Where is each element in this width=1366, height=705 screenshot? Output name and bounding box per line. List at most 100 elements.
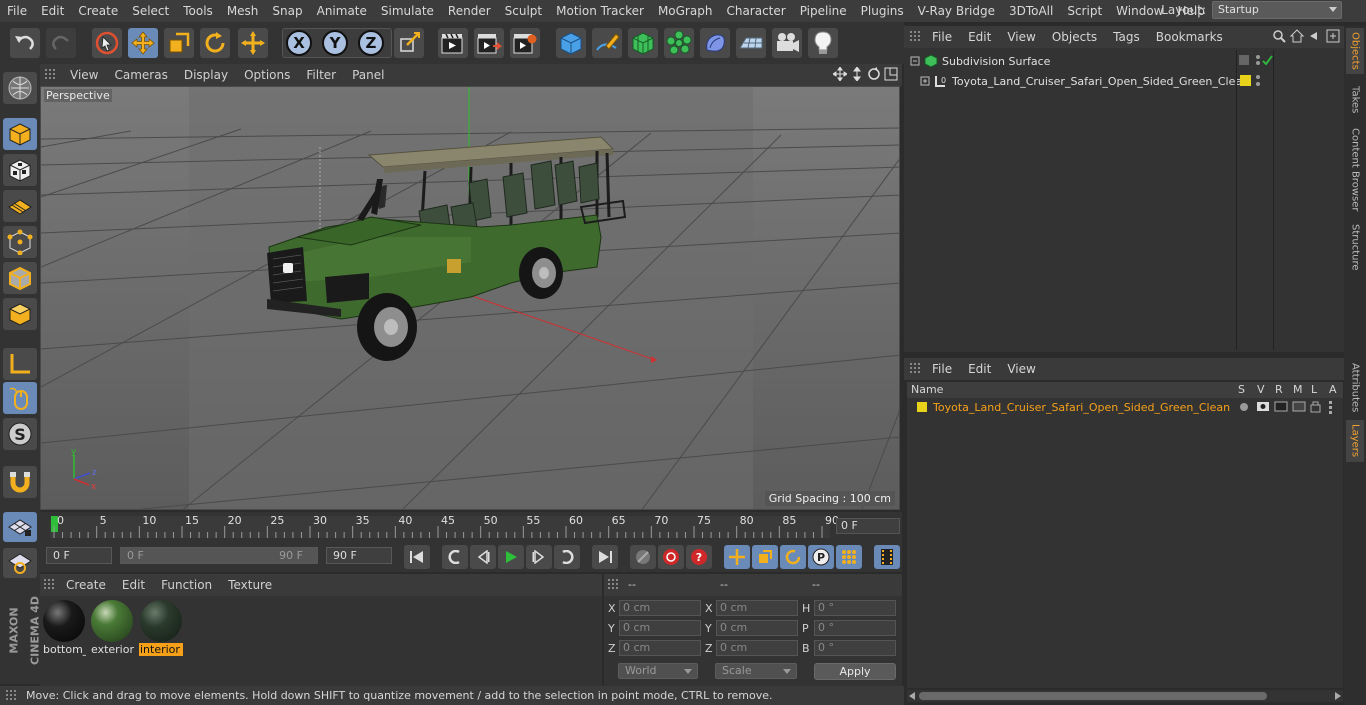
rot-h-field[interactable]: 0 ° <box>814 600 896 616</box>
polygons-mode-button[interactable] <box>3 298 37 330</box>
material-menu-create[interactable]: Create <box>58 578 114 592</box>
new-view-icon[interactable] <box>1326 29 1340 43</box>
object-menu-bookmarks[interactable]: Bookmarks <box>1148 30 1231 44</box>
menu-pipeline[interactable]: Pipeline <box>793 4 854 18</box>
solo-mode-button[interactable]: S <box>3 418 37 450</box>
menu-edit[interactable]: Edit <box>34 4 71 18</box>
snap-button[interactable] <box>3 466 37 498</box>
material-menu-texture[interactable]: Texture <box>220 578 280 592</box>
render-settings-button[interactable] <box>510 28 540 58</box>
camera-label[interactable]: Perspective <box>44 89 112 102</box>
start-frame-field[interactable]: 0 F <box>46 547 112 564</box>
play-button[interactable] <box>498 545 524 569</box>
menu-snap[interactable]: Snap <box>265 4 309 18</box>
viewport-menu-display[interactable]: Display <box>176 68 236 82</box>
tab-structure[interactable]: Structure <box>1346 222 1364 272</box>
add-light-button[interactable] <box>808 28 838 58</box>
tab-layers[interactable]: Layers <box>1346 420 1364 462</box>
scale-tool-button[interactable] <box>164 28 194 58</box>
layout-select[interactable]: Startup <box>1212 1 1342 19</box>
zoom-view-icon[interactable] <box>850 67 864 81</box>
add-camera-button[interactable] <box>772 28 802 58</box>
viewport-menu-filter[interactable]: Filter <box>298 68 344 82</box>
layer-col-view[interactable]: V <box>1257 383 1265 396</box>
x-axis-lock-button[interactable]: X <box>284 28 314 58</box>
key-position-button[interactable] <box>724 545 750 569</box>
apply-button[interactable]: Apply <box>814 663 896 680</box>
back-icon[interactable] <box>1308 29 1322 43</box>
expand-icon[interactable] <box>920 74 932 88</box>
layer-col-manager[interactable]: M <box>1293 383 1303 396</box>
coordinate-mode-dropdown[interactable]: World <box>618 663 698 679</box>
tree-row-toyota-land-cruiser[interactable]: 0 Toyota_Land_Cruiser_Safari_Open_Sided_… <box>920 72 1249 90</box>
prev-key-button[interactable] <box>442 545 468 569</box>
timeline-ruler[interactable]: 0 5 10 15 20 25 30 35 40 45 50 55 60 65 70 75 80 85 90 0 F <box>40 512 902 542</box>
object-menu-view[interactable]: View <box>999 30 1043 44</box>
add-deformer-button[interactable] <box>700 28 730 58</box>
move-tool-button[interactable] <box>128 28 158 58</box>
undo-button[interactable] <box>10 28 40 58</box>
layer-col-locked[interactable]: L <box>1311 383 1317 396</box>
layer-horizontal-scrollbar[interactable] <box>907 690 1343 702</box>
viewport-menu-options[interactable]: Options <box>236 68 298 82</box>
menu-plugins[interactable]: Plugins <box>854 4 911 18</box>
material-swatch[interactable]: interior <box>139 599 183 657</box>
layer-col-animation[interactable]: A <box>1329 383 1337 396</box>
menu-sculpt[interactable]: Sculpt <box>498 4 549 18</box>
material-swatch[interactable]: bottom_ <box>42 599 86 657</box>
go-to-start-button[interactable] <box>404 545 430 569</box>
object-menu-tags[interactable]: Tags <box>1105 30 1148 44</box>
edges-mode-button[interactable] <box>3 262 37 294</box>
render-to-picture-viewer-button[interactable] <box>474 28 504 58</box>
tab-content-browser[interactable]: Content Browser <box>1346 124 1364 216</box>
next-key-button[interactable] <box>554 545 580 569</box>
make-editable-button[interactable] <box>3 72 37 104</box>
add-floor-button[interactable] <box>736 28 766 58</box>
menu-script[interactable]: Script <box>1060 4 1109 18</box>
menu-mograph[interactable]: MoGraph <box>651 4 720 18</box>
rot-b-field[interactable]: 0 ° <box>814 640 896 656</box>
edit-render-toggles[interactable] <box>1238 53 1274 69</box>
rotate-tool-button[interactable] <box>200 28 230 58</box>
pos-x-field[interactable]: 0 cm <box>619 600 701 616</box>
viewport-menu-panel[interactable]: Panel <box>344 68 392 82</box>
keyframe-selection-button[interactable]: ? <box>686 545 712 569</box>
coordinate-system-button[interactable] <box>394 28 424 58</box>
key-pla-button[interactable] <box>836 545 862 569</box>
workplane-lock-button[interactable] <box>3 512 37 542</box>
tweak-mode-button[interactable] <box>3 382 37 414</box>
live-selection-button[interactable] <box>92 28 122 58</box>
menu-3dtoall[interactable]: 3DToAll <box>1002 4 1060 18</box>
size-y-field[interactable]: 0 cm <box>716 620 798 636</box>
tab-objects[interactable]: Objects <box>1346 28 1364 74</box>
viewport-menu-view[interactable]: View <box>62 68 106 82</box>
redo-button[interactable] <box>46 28 76 58</box>
add-cloner-button[interactable] <box>664 28 694 58</box>
menu-mesh[interactable]: Mesh <box>220 4 266 18</box>
layer-col-name[interactable]: Name <box>911 383 943 396</box>
object-menu-file[interactable]: File <box>924 30 960 44</box>
menu-motion-tracker[interactable]: Motion Tracker <box>549 4 651 18</box>
record-active-objects-button[interactable] <box>630 545 656 569</box>
tab-takes[interactable]: Takes <box>1346 80 1364 120</box>
end-frame-field[interactable]: 90 F <box>326 547 392 564</box>
go-to-end-button[interactable] <box>592 545 618 569</box>
current-frame-field[interactable]: 0 F <box>836 518 900 534</box>
pos-z-field[interactable]: 0 cm <box>619 640 701 656</box>
layer-color-and-toggles[interactable] <box>1238 74 1274 90</box>
frame-range-slider[interactable]: 0 F 90 F <box>120 547 318 564</box>
autokeying-button[interactable] <box>658 545 684 569</box>
key-rotation-button[interactable] <box>780 545 806 569</box>
tree-row-subdivision-surface[interactable]: Subdivision Surface <box>910 52 1050 70</box>
search-icon[interactable] <box>1272 29 1286 43</box>
material-swatch[interactable]: exterior <box>90 599 134 657</box>
perspective-viewport[interactable]: y z x Perspective Grid Spacing : 100 cm <box>40 86 900 510</box>
timeline-window-button[interactable] <box>874 545 900 569</box>
object-menu-edit[interactable]: Edit <box>960 30 999 44</box>
key-scale-button[interactable] <box>752 545 778 569</box>
menu-simulate[interactable]: Simulate <box>374 4 441 18</box>
tab-attributes[interactable]: Attributes <box>1346 360 1364 416</box>
menu-select[interactable]: Select <box>125 4 176 18</box>
z-axis-lock-button[interactable]: Z <box>356 28 386 58</box>
layer-color-swatch[interactable] <box>917 402 927 412</box>
